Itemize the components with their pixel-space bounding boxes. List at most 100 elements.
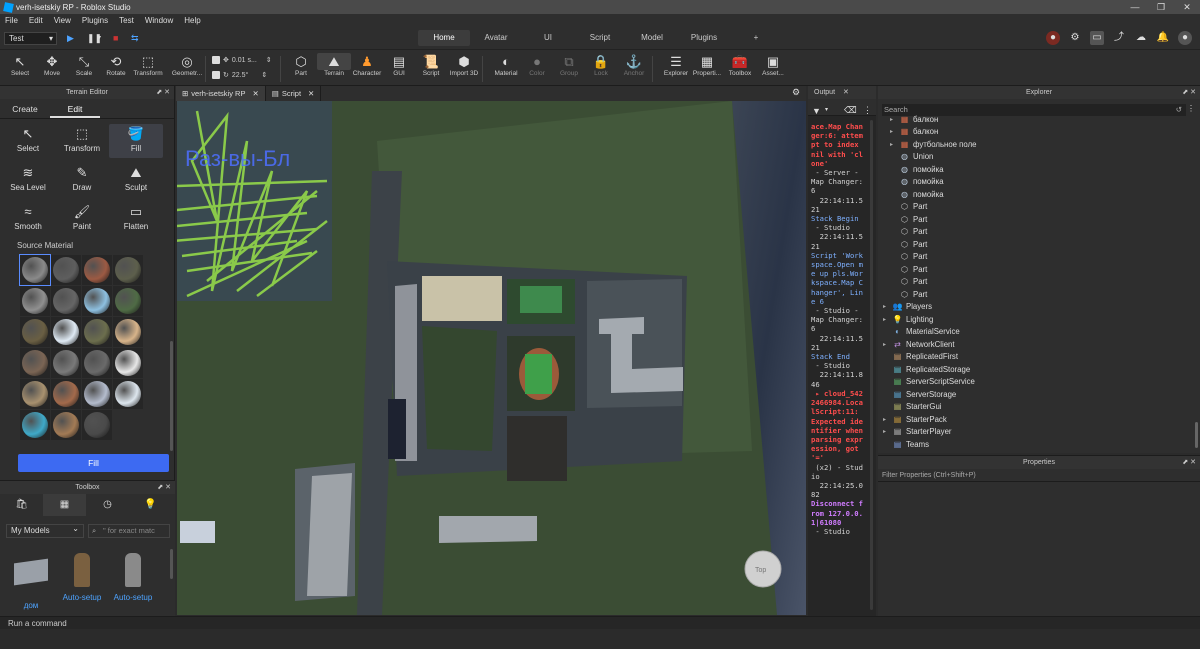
tool-terrain[interactable]: ⛰ Terrain bbox=[317, 53, 351, 77]
stepper-icon[interactable]: ⇕ bbox=[261, 71, 267, 79]
rotate-snap-toggle[interactable]: ↻ 22.5° ⇕ bbox=[212, 71, 267, 79]
close-icon[interactable]: ✕ bbox=[252, 89, 258, 98]
material-swatch[interactable] bbox=[20, 379, 50, 409]
tool-import[interactable]: ⬢ Import 3D bbox=[447, 53, 481, 77]
more-options-icon[interactable]: ⋮ bbox=[863, 105, 872, 116]
explorer-node[interactable]: ⬡ Part bbox=[890, 251, 927, 264]
3d-viewport[interactable]: Раз-вы-Бл Top bbox=[177, 101, 806, 615]
expand-arrow-icon[interactable]: ▸ bbox=[883, 416, 892, 423]
explorer-node[interactable]: ◍ помойка bbox=[890, 188, 944, 201]
material-swatch[interactable] bbox=[20, 348, 50, 378]
tab-create[interactable]: Create bbox=[0, 99, 50, 118]
explorer-node[interactable]: ▤ ServerScriptService bbox=[883, 376, 975, 389]
menu-edit[interactable]: Edit bbox=[29, 16, 43, 25]
tool-script[interactable]: 📜 Script bbox=[414, 53, 448, 77]
collaborate-icon[interactable]: ☁ bbox=[1134, 31, 1148, 45]
explorer-node[interactable]: ▸ ▦ балкон bbox=[890, 113, 938, 126]
chat-icon[interactable]: ▭ bbox=[1090, 31, 1104, 45]
explorer-node[interactable]: ◍ помойка bbox=[890, 176, 944, 189]
tool-asset[interactable]: ▣ Asset... bbox=[756, 53, 790, 77]
material-swatch[interactable] bbox=[20, 317, 50, 347]
menu-plugins[interactable]: Plugins bbox=[82, 16, 108, 25]
explorer-node[interactable]: ⬡ Part bbox=[890, 263, 927, 276]
notifications-icon[interactable]: 🔔 bbox=[1156, 31, 1170, 45]
material-swatch[interactable] bbox=[51, 379, 81, 409]
material-swatch[interactable] bbox=[82, 286, 112, 316]
terrain-tool-fill[interactable]: 🪣 Fill bbox=[109, 124, 163, 158]
creations-icon[interactable]: 💡 bbox=[129, 494, 172, 516]
material-swatch[interactable] bbox=[113, 286, 143, 316]
more-options-icon[interactable]: ⋮ bbox=[1187, 104, 1195, 113]
material-swatch[interactable] bbox=[82, 410, 112, 440]
explorer-node[interactable]: ▤ StarterGui bbox=[883, 401, 942, 414]
material-swatch[interactable] bbox=[51, 286, 81, 316]
checkbox-icon[interactable] bbox=[212, 56, 220, 64]
explorer-node[interactable]: ▤ ReplicatedFirst bbox=[883, 351, 958, 364]
explorer-node[interactable]: ◐ MaterialService bbox=[883, 326, 960, 339]
material-swatch[interactable] bbox=[82, 255, 112, 285]
expand-arrow-icon[interactable]: ▸ bbox=[890, 128, 899, 135]
tool-color[interactable]: ● Color bbox=[520, 53, 554, 77]
expand-arrow-icon[interactable]: ▸ bbox=[890, 141, 899, 148]
explorer-node[interactable]: ▤ Teams bbox=[883, 438, 929, 451]
expand-arrow-icon[interactable]: ▸ bbox=[883, 316, 892, 323]
material-swatch[interactable] bbox=[113, 348, 143, 378]
tool-cursor[interactable]: ↖ Select bbox=[3, 53, 37, 77]
tool-rotate[interactable]: ⟲ Rotate bbox=[99, 53, 133, 77]
maximize-icon[interactable]: ❐ bbox=[1148, 0, 1174, 14]
explorer-node[interactable]: ⬡ Part bbox=[890, 201, 927, 214]
fill-button[interactable]: Fill bbox=[18, 454, 169, 472]
material-swatch[interactable] bbox=[113, 255, 143, 285]
explorer-node[interactable]: ◍ Union bbox=[890, 151, 933, 164]
material-swatch[interactable] bbox=[82, 317, 112, 347]
tool-character[interactable]: ♟ Character bbox=[350, 53, 384, 77]
explorer-node[interactable]: ⬡ Part bbox=[890, 238, 927, 251]
terrain-tool-transform[interactable]: ⬚ Transform bbox=[55, 124, 109, 158]
explorer-node[interactable]: ▸ 👥 Players bbox=[883, 301, 932, 314]
tool-anchor[interactable]: ⚓ Anchor bbox=[617, 53, 651, 77]
tool-gui[interactable]: ▤ GUI bbox=[382, 53, 416, 77]
close-icon[interactable]: ✕ bbox=[1174, 0, 1200, 14]
ribbon-tab-avatar[interactable]: Avatar bbox=[470, 30, 522, 46]
material-swatch[interactable] bbox=[82, 348, 112, 378]
toolbox-item[interactable]: дом bbox=[6, 549, 56, 610]
menu-view[interactable]: View bbox=[54, 16, 71, 25]
tool-part[interactable]: ⬡ Part bbox=[284, 53, 318, 77]
material-swatch[interactable] bbox=[113, 379, 143, 409]
toolbox-scrollbar[interactable] bbox=[170, 549, 173, 579]
viewport-settings-icon[interactable]: ⚙ bbox=[792, 87, 800, 98]
test-mode-select[interactable]: Test bbox=[4, 32, 57, 45]
terrain-tool-sea-level[interactable]: ≋ Sea Level bbox=[1, 163, 55, 197]
material-swatch[interactable] bbox=[19, 254, 51, 286]
explorer-node[interactable]: ▸ ▤ StarterPack bbox=[883, 413, 947, 426]
switch-view-icon[interactable]: ⇆ bbox=[131, 32, 139, 45]
doc-tab-place[interactable]: ⊞ verh-isetskiy RP ✕ bbox=[176, 86, 266, 101]
terrain-tool-smooth[interactable]: ≈ Smooth bbox=[1, 202, 55, 236]
tool-transform[interactable]: ⬚ Transform bbox=[131, 53, 165, 77]
clear-output-icon[interactable]: ⌫ bbox=[844, 105, 857, 116]
panel-controls[interactable]: ⬈ ✕ bbox=[156, 86, 170, 99]
ribbon-tab-home[interactable]: Home bbox=[418, 30, 470, 46]
toolbox-item[interactable]: Auto-setup bbox=[108, 549, 158, 602]
terrain-tool-select[interactable]: ↖ Select bbox=[1, 124, 55, 158]
doc-tab-script[interactable]: ▤ Script ✕ bbox=[266, 86, 322, 101]
terrain-scrollbar[interactable] bbox=[170, 341, 173, 451]
tool-geometry[interactable]: ◎ Geometr... bbox=[170, 53, 204, 77]
close-icon[interactable]: ✕ bbox=[308, 89, 314, 98]
play-icon[interactable]: ▶ bbox=[67, 32, 74, 45]
ribbon-tab-ui[interactable]: UI bbox=[522, 30, 574, 46]
explorer-node[interactable]: ⬡ Part bbox=[890, 213, 927, 226]
explorer-node[interactable]: ▸ 💡 Lighting bbox=[883, 313, 933, 326]
explorer-node[interactable]: ▸ ▦ футбольное поле bbox=[890, 138, 976, 151]
tool-lock[interactable]: 🔒 Lock bbox=[584, 53, 618, 77]
expand-arrow-icon[interactable]: ▸ bbox=[890, 116, 899, 123]
explorer-scrollbar[interactable] bbox=[1195, 422, 1198, 448]
history-icon[interactable]: ↺ bbox=[1176, 104, 1182, 116]
toolbox-category-select[interactable]: My Models bbox=[6, 523, 84, 538]
panel-controls[interactable]: ⬈ ✕ bbox=[1182, 86, 1196, 99]
menu-file[interactable]: File bbox=[5, 16, 18, 25]
material-swatch[interactable] bbox=[51, 348, 81, 378]
explorer-node[interactable]: ▸ ▤ StarterPlayer bbox=[883, 426, 952, 439]
checkbox-icon[interactable] bbox=[212, 71, 220, 79]
move-snap-toggle[interactable]: ✥ 0.01 s... ⇕ bbox=[212, 56, 272, 64]
